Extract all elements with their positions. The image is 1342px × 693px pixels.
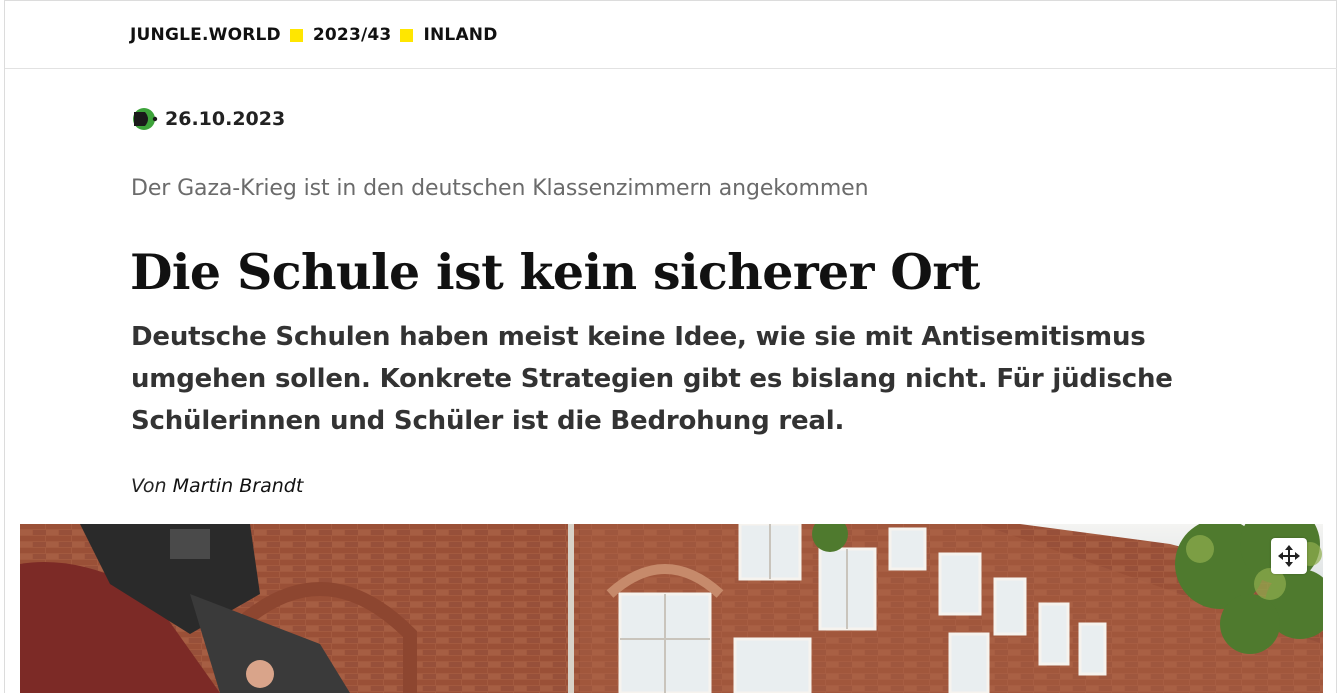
- breadcrumb-home-link[interactable]: JUNGLE.WORLD: [130, 25, 281, 45]
- article-kicker: Der Gaza-Krieg ist in den deutschen Klas…: [131, 176, 869, 201]
- byline: Von Martin Brandt: [131, 475, 303, 497]
- hero-image: [20, 524, 1323, 693]
- article-lead: Deutsche Schulen haben meist keine Idee,…: [131, 322, 1173, 436]
- yellow-square-icon: [289, 28, 303, 42]
- yellow-square-icon: [400, 28, 414, 42]
- breadcrumb: JUNGLE.WORLD 2023/43 INLAND: [130, 24, 498, 46]
- article-headline: Die Schule ist kein sicherer Ort: [130, 243, 980, 301]
- publish-date: 26.10.2023: [165, 108, 286, 130]
- header-divider: [5, 68, 1337, 69]
- byline-prefix: Von: [131, 475, 167, 497]
- breadcrumb-issue-link[interactable]: 2023/43: [313, 25, 392, 45]
- breadcrumb-section-link[interactable]: INLAND: [423, 25, 497, 45]
- jungle-issue-logo-icon: [133, 108, 158, 130]
- author-link[interactable]: Martin Brandt: [173, 475, 304, 497]
- dateline: 26.10.2023: [131, 106, 285, 132]
- image-move-button[interactable]: [1271, 538, 1307, 574]
- school-building-photo: [20, 524, 1323, 693]
- move-arrows-icon: [1278, 545, 1300, 567]
